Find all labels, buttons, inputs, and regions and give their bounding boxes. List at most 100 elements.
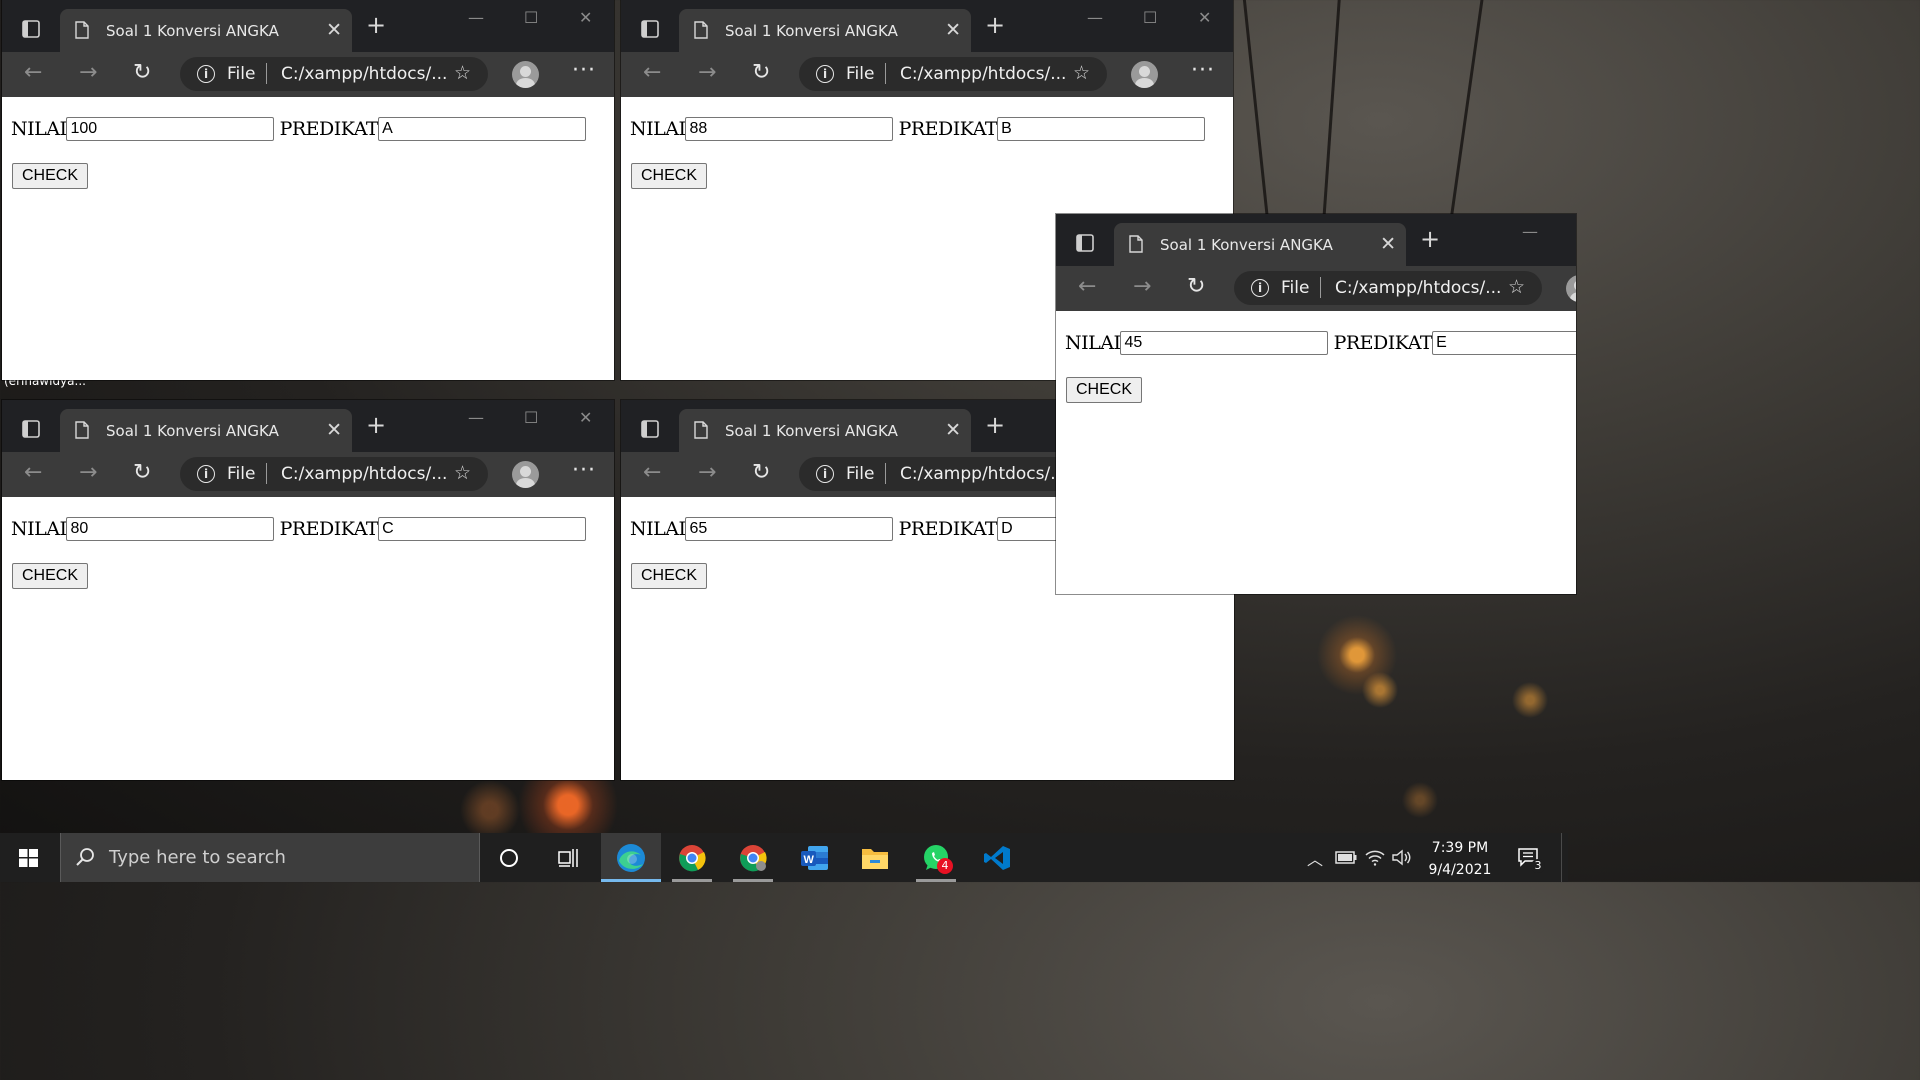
profile-avatar-icon[interactable] bbox=[1566, 275, 1576, 302]
back-arrow-icon[interactable]: ← bbox=[24, 462, 42, 484]
windows-start-icon[interactable] bbox=[19, 849, 38, 867]
predikat-input[interactable] bbox=[997, 117, 1206, 141]
close-tab-icon[interactable]: ✕ bbox=[326, 20, 342, 40]
refresh-icon[interactable]: ↻ bbox=[1187, 276, 1205, 298]
predikat-input[interactable] bbox=[378, 517, 587, 541]
nilai-input[interactable] bbox=[66, 117, 275, 141]
refresh-icon[interactable]: ↻ bbox=[133, 462, 151, 484]
nilai-input[interactable] bbox=[685, 517, 894, 541]
maximize-button[interactable]: ☐ bbox=[524, 408, 538, 427]
check-button[interactable]: CHECK bbox=[631, 563, 708, 589]
info-icon[interactable]: i bbox=[197, 465, 215, 483]
new-tab-button[interactable]: + bbox=[985, 413, 1005, 437]
address-bar[interactable]: i File C:/xampp/htdocs/... ☆ bbox=[1234, 271, 1542, 305]
more-options-icon[interactable]: ··· bbox=[1191, 58, 1215, 83]
favorite-star-icon[interactable]: ☆ bbox=[454, 64, 471, 83]
predikat-input[interactable] bbox=[1432, 331, 1576, 355]
close-window-button[interactable]: ✕ bbox=[579, 408, 592, 427]
address-url[interactable]: C:/xampp/htdocs/... bbox=[1335, 278, 1501, 298]
tab-actions-icon[interactable] bbox=[1076, 234, 1094, 252]
refresh-icon[interactable]: ↻ bbox=[752, 62, 770, 84]
address-url[interactable]: C:/xampp/htdocs/... bbox=[900, 464, 1066, 484]
minimize-button[interactable]: — bbox=[1522, 222, 1538, 241]
back-arrow-icon[interactable]: ← bbox=[24, 62, 42, 84]
taskbar-chrome-profile[interactable] bbox=[723, 833, 783, 882]
taskbar-edge[interactable] bbox=[601, 833, 661, 882]
info-icon[interactable]: i bbox=[816, 465, 834, 483]
check-button[interactable]: CHECK bbox=[1066, 377, 1143, 403]
battery-icon[interactable] bbox=[1335, 851, 1357, 864]
check-button[interactable]: CHECK bbox=[12, 163, 89, 189]
tab-actions-icon[interactable] bbox=[22, 20, 40, 38]
close-tab-icon[interactable]: ✕ bbox=[1380, 234, 1396, 254]
favorite-star-icon[interactable]: ☆ bbox=[1073, 64, 1090, 83]
address-bar[interactable]: i File C:/xampp/htdocs/... ☆ bbox=[180, 57, 488, 91]
back-arrow-icon[interactable]: ← bbox=[1078, 276, 1096, 298]
browser-tab[interactable]: Soal 1 Konversi ANGKA ✕ bbox=[60, 409, 352, 452]
forward-arrow-icon[interactable]: → bbox=[1133, 276, 1151, 298]
taskbar-clock[interactable]: 7:39 PM 9/4/2021 bbox=[1425, 837, 1495, 881]
close-window-button[interactable]: ✕ bbox=[579, 8, 592, 27]
predikat-input[interactable] bbox=[378, 117, 587, 141]
new-tab-button[interactable]: + bbox=[985, 13, 1005, 37]
taskbar-word[interactable]: W bbox=[784, 833, 844, 882]
tab-actions-icon[interactable] bbox=[22, 420, 40, 438]
tab-actions-icon[interactable] bbox=[641, 20, 659, 38]
profile-avatar-icon[interactable] bbox=[512, 61, 539, 88]
task-view-icon[interactable] bbox=[557, 848, 579, 868]
taskbar-chrome[interactable] bbox=[662, 833, 722, 882]
taskbar-search-box[interactable]: Type here to search bbox=[60, 833, 480, 882]
profile-avatar-icon[interactable] bbox=[1131, 61, 1158, 88]
address-url[interactable]: C:/xampp/htdocs/... bbox=[281, 64, 447, 84]
favorite-star-icon[interactable]: ☆ bbox=[1508, 278, 1525, 297]
forward-arrow-icon[interactable]: → bbox=[698, 462, 716, 484]
close-tab-icon[interactable]: ✕ bbox=[945, 20, 961, 40]
minimize-button[interactable]: — bbox=[468, 8, 484, 27]
close-window-button[interactable]: ✕ bbox=[1198, 8, 1211, 27]
browser-tab[interactable]: Soal 1 Konversi ANGKA ✕ bbox=[679, 409, 971, 452]
taskbar-file-explorer[interactable] bbox=[845, 833, 905, 882]
close-tab-icon[interactable]: ✕ bbox=[326, 420, 342, 440]
cortana-icon[interactable] bbox=[499, 848, 519, 868]
back-arrow-icon[interactable]: ← bbox=[643, 462, 661, 484]
check-button[interactable]: CHECK bbox=[12, 563, 89, 589]
favorite-star-icon[interactable]: ☆ bbox=[454, 464, 471, 483]
new-tab-button[interactable]: + bbox=[366, 13, 386, 37]
volume-icon[interactable] bbox=[1392, 849, 1412, 866]
maximize-button[interactable]: ☐ bbox=[524, 8, 538, 27]
show-desktop-button[interactable] bbox=[1561, 833, 1569, 882]
profile-avatar-icon[interactable] bbox=[512, 461, 539, 488]
address-url[interactable]: C:/xampp/htdocs/... bbox=[900, 64, 1066, 84]
back-arrow-icon[interactable]: ← bbox=[643, 62, 661, 84]
info-icon[interactable]: i bbox=[1251, 279, 1269, 297]
more-options-icon[interactable]: ··· bbox=[572, 458, 596, 483]
info-icon[interactable]: i bbox=[197, 65, 215, 83]
tab-actions-icon[interactable] bbox=[641, 420, 659, 438]
browser-tab[interactable]: Soal 1 Konversi ANGKA ✕ bbox=[679, 9, 971, 52]
refresh-icon[interactable]: ↻ bbox=[133, 62, 151, 84]
taskbar-whatsapp[interactable]: 4 bbox=[906, 833, 966, 882]
nilai-input[interactable] bbox=[66, 517, 275, 541]
more-options-icon[interactable]: ··· bbox=[572, 58, 596, 83]
show-hidden-icons-chevron-up-icon[interactable]: ︿ bbox=[1307, 846, 1323, 870]
wifi-icon[interactable] bbox=[1365, 848, 1385, 866]
check-button[interactable]: CHECK bbox=[631, 163, 708, 189]
maximize-button[interactable]: ☐ bbox=[1143, 8, 1157, 27]
forward-arrow-icon[interactable]: → bbox=[79, 62, 97, 84]
address-bar[interactable]: i File C:/xampp/htdocs/... ☆ bbox=[799, 57, 1107, 91]
nilai-input[interactable] bbox=[1120, 331, 1329, 355]
new-tab-button[interactable]: + bbox=[366, 413, 386, 437]
minimize-button[interactable]: — bbox=[468, 408, 484, 427]
info-icon[interactable]: i bbox=[816, 65, 834, 83]
forward-arrow-icon[interactable]: → bbox=[79, 462, 97, 484]
nilai-input[interactable] bbox=[685, 117, 894, 141]
address-bar[interactable]: i File C:/xampp/htdocs/... ☆ bbox=[180, 457, 488, 491]
taskbar-vscode[interactable] bbox=[967, 833, 1027, 882]
minimize-button[interactable]: — bbox=[1087, 8, 1103, 27]
new-tab-button[interactable]: + bbox=[1420, 227, 1440, 251]
refresh-icon[interactable]: ↻ bbox=[752, 462, 770, 484]
address-url[interactable]: C:/xampp/htdocs/... bbox=[281, 464, 447, 484]
browser-tab[interactable]: Soal 1 Konversi ANGKA ✕ bbox=[1114, 223, 1406, 266]
close-tab-icon[interactable]: ✕ bbox=[945, 420, 961, 440]
forward-arrow-icon[interactable]: → bbox=[698, 62, 716, 84]
